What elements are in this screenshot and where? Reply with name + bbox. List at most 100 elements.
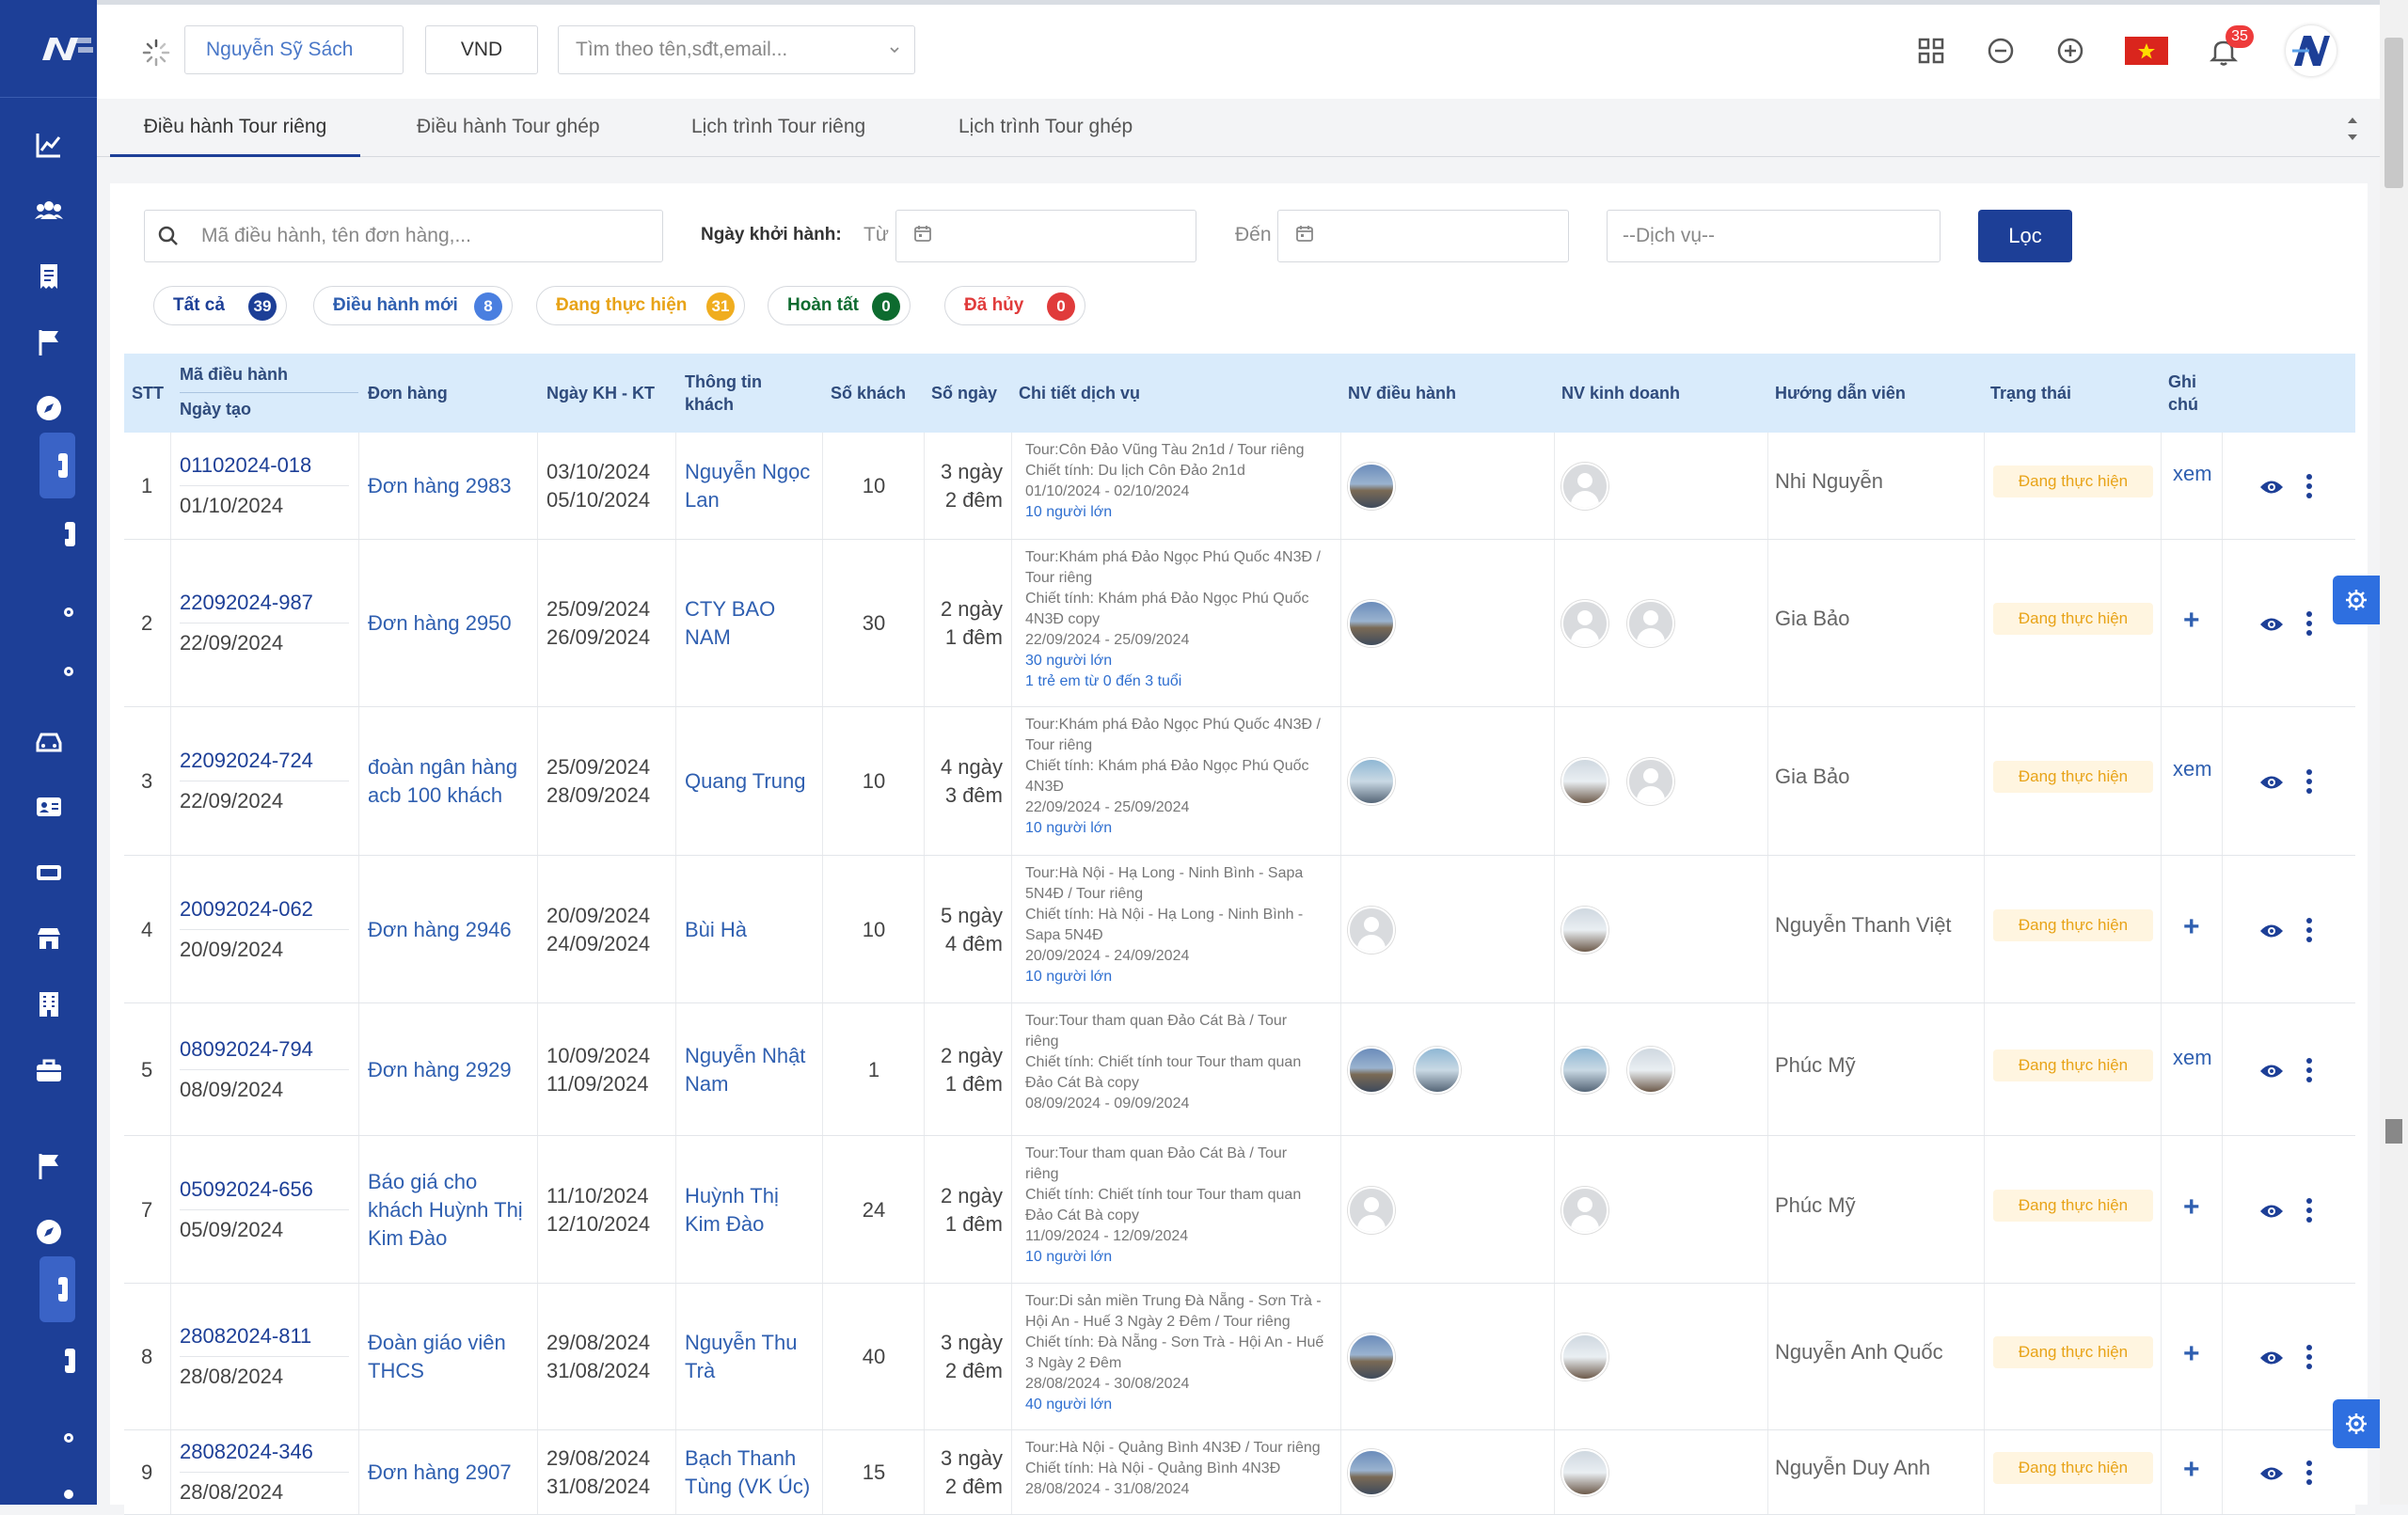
row-order-link[interactable]: acb 100 khách xyxy=(368,781,502,810)
settings-float-button[interactable] xyxy=(2333,576,2380,624)
status-filter-pill[interactable]: Điều hành mới 8 xyxy=(313,286,513,325)
tab-private-tour-operation[interactable]: Điều hành Tour riêng xyxy=(110,116,360,157)
row-customer-link[interactable]: Bạch Thanh xyxy=(685,1444,796,1473)
tab-group-tour-schedule[interactable]: Lịch trình Tour ghép xyxy=(958,116,1133,157)
row-order-link[interactable]: Đơn hàng 2907 xyxy=(368,1459,512,1487)
more-vertical-icon[interactable] xyxy=(2305,474,2313,503)
row-customer-link[interactable]: Trà xyxy=(685,1357,715,1385)
row-order-link[interactable]: Đơn hàng 2983 xyxy=(368,472,512,500)
sales-avatar[interactable] xyxy=(1561,1334,1608,1381)
location-dot-icon[interactable] xyxy=(62,1489,75,1502)
more-vertical-icon[interactable] xyxy=(2305,769,2313,798)
sales-avatar[interactable] xyxy=(1561,600,1608,647)
more-vertical-icon[interactable] xyxy=(2305,611,2313,640)
row-code-link[interactable]: 22092024-987 xyxy=(180,589,313,617)
row-order-link[interactable]: đoàn ngân hàng xyxy=(368,753,517,781)
row-code-link[interactable]: 08092024-794 xyxy=(180,1035,313,1064)
row-customer-link[interactable]: Nam xyxy=(685,1070,728,1098)
location-dot-icon[interactable] xyxy=(62,1432,75,1445)
tab-scroll-arrows-icon[interactable] xyxy=(2345,114,2360,149)
row-order-link[interactable]: Đoàn giáo viên xyxy=(368,1329,506,1357)
row-code-link[interactable]: 28082024-811 xyxy=(180,1322,311,1350)
row-code-link[interactable]: 22092024-724 xyxy=(180,747,313,775)
scrollbar-thumb[interactable] xyxy=(2384,38,2403,188)
sales-avatar[interactable] xyxy=(1627,600,1674,647)
to-date-input[interactable] xyxy=(1277,210,1569,262)
row-code-link[interactable]: 05092024-656 xyxy=(180,1176,313,1204)
more-vertical-icon[interactable] xyxy=(2305,917,2313,947)
sales-avatar[interactable] xyxy=(1561,463,1608,510)
row-customer-link[interactable]: Nguyễn Thu xyxy=(685,1329,797,1357)
more-vertical-icon[interactable] xyxy=(2305,1345,2313,1374)
operator-avatar[interactable] xyxy=(1348,906,1395,954)
zoom-in-icon[interactable] xyxy=(2056,37,2084,70)
operator-avatar[interactable] xyxy=(1348,1334,1395,1381)
sidebar-subitem-active[interactable] xyxy=(40,433,75,498)
row-customer-link[interactable]: Lan xyxy=(685,486,720,514)
eye-icon[interactable] xyxy=(2259,616,2284,638)
operator-avatar[interactable] xyxy=(1414,1046,1461,1094)
eye-icon[interactable] xyxy=(2259,1063,2284,1084)
more-vertical-icon[interactable] xyxy=(2305,1460,2313,1490)
status-filter-pill[interactable]: Đang thực hiện 31 xyxy=(536,286,745,325)
sales-avatar[interactable] xyxy=(1561,906,1608,954)
status-filter-pill[interactable]: Đã hủy 0 xyxy=(944,286,1085,325)
more-vertical-icon[interactable] xyxy=(2305,1057,2313,1087)
tab-private-tour-schedule[interactable]: Lịch trình Tour riêng xyxy=(691,116,865,157)
operator-avatar[interactable] xyxy=(1348,600,1395,647)
row-code-link[interactable]: 28082024-346 xyxy=(180,1438,313,1466)
view-note-link[interactable]: xem xyxy=(2173,460,2212,488)
status-filter-pill[interactable]: Tất cả 39 xyxy=(153,286,287,325)
operator-avatar[interactable] xyxy=(1348,758,1395,805)
sales-avatar[interactable] xyxy=(1627,1046,1674,1094)
grid-apps-icon[interactable] xyxy=(1917,37,1945,70)
eye-icon[interactable] xyxy=(2259,479,2284,500)
briefcase-icon[interactable] xyxy=(0,1042,97,1098)
zoom-out-icon[interactable] xyxy=(1987,37,2015,70)
row-order-link[interactable]: Báo giá cho xyxy=(368,1168,477,1196)
ticket-card-icon[interactable] xyxy=(0,844,97,901)
chart-icon[interactable] xyxy=(0,117,97,173)
eye-icon[interactable] xyxy=(2259,1203,2284,1224)
settings-float-button-bottom[interactable] xyxy=(2333,1399,2380,1448)
store-icon[interactable] xyxy=(0,910,97,967)
building-icon[interactable] xyxy=(0,976,97,1033)
row-customer-link[interactable]: Huỳnh Thị xyxy=(685,1182,779,1210)
sales-avatar[interactable] xyxy=(1561,1046,1608,1094)
view-note-link[interactable]: xem xyxy=(2173,1044,2212,1072)
row-customer-link[interactable]: NAM xyxy=(685,623,731,652)
sales-avatar[interactable] xyxy=(1561,1186,1608,1234)
operator-avatar[interactable] xyxy=(1348,1046,1395,1094)
operator-avatar[interactable] xyxy=(1348,463,1395,510)
row-customer-link[interactable]: Quang Trung xyxy=(685,767,805,796)
eye-icon[interactable] xyxy=(2259,1349,2284,1371)
eye-icon[interactable] xyxy=(2259,1465,2284,1487)
status-filter-pill[interactable]: Hoàn tất 0 xyxy=(768,286,911,325)
row-customer-link[interactable]: Tùng (VK Úc) xyxy=(685,1473,810,1501)
compass-icon[interactable] xyxy=(0,1204,97,1260)
users-group-icon[interactable] xyxy=(0,182,97,239)
receipt-icon[interactable] xyxy=(0,248,97,305)
add-note-button[interactable]: + xyxy=(2183,911,2200,943)
eye-icon[interactable] xyxy=(2259,774,2284,796)
view-note-link[interactable]: xem xyxy=(2173,755,2212,783)
user-name-field[interactable]: Nguyễn Sỹ Sách xyxy=(184,25,404,74)
sidebar-subitem-active[interactable] xyxy=(40,1256,75,1322)
row-customer-link[interactable]: Nguyễn Nhật xyxy=(685,1042,805,1070)
row-order-link[interactable]: khách Huỳnh Thị xyxy=(368,1196,523,1224)
add-note-button[interactable]: + xyxy=(2183,1338,2200,1370)
sales-avatar[interactable] xyxy=(1561,758,1608,805)
flag-icon[interactable] xyxy=(0,314,97,371)
sales-avatar[interactable] xyxy=(1561,1449,1608,1496)
row-customer-link[interactable]: Bùi Hà xyxy=(685,916,747,944)
row-order-link[interactable]: Kim Đào xyxy=(368,1224,447,1253)
header-search-select[interactable]: Tìm theo tên,sđt,email... xyxy=(558,25,915,74)
page-scrollbar[interactable] xyxy=(2380,0,2408,1505)
operator-avatar[interactable] xyxy=(1348,1186,1395,1234)
compass-icon[interactable] xyxy=(0,380,97,436)
from-date-input[interactable] xyxy=(895,210,1196,262)
ticket-icon[interactable] xyxy=(62,520,77,548)
row-order-link[interactable]: THCS xyxy=(368,1357,424,1385)
sales-avatar[interactable] xyxy=(1627,758,1674,805)
add-note-button[interactable]: + xyxy=(2183,1191,2200,1223)
